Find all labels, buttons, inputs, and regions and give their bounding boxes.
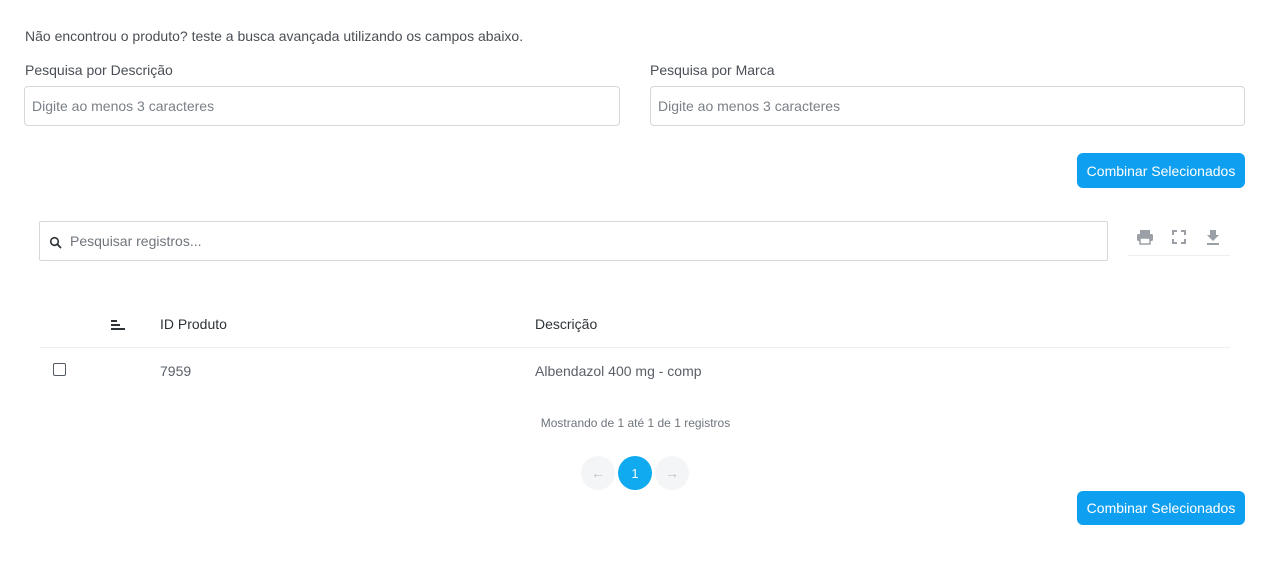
table-header: ID Produto Descrição: [40, 300, 1230, 348]
column-header-description[interactable]: Descrição: [535, 316, 597, 332]
search-icon: [49, 236, 63, 250]
combine-selected-button-top[interactable]: Combinar Selecionados: [1077, 153, 1245, 188]
advanced-search-page: Não encontrou o produto? teste a busca a…: [0, 0, 1271, 566]
fullscreen-icon[interactable]: [1169, 227, 1189, 247]
sort-icon[interactable]: [111, 318, 125, 330]
table-toolbar: [1128, 222, 1230, 256]
table-search-box[interactable]: [39, 221, 1108, 261]
intro-text: Não encontrou o produto? teste a busca a…: [25, 28, 524, 44]
description-label: Pesquisa por Descrição: [25, 62, 173, 78]
brand-label: Pesquisa por Marca: [650, 62, 775, 78]
pagination-prev-button[interactable]: ←: [581, 456, 615, 490]
pagination-next-button[interactable]: →: [655, 456, 689, 490]
column-header-id[interactable]: ID Produto: [160, 316, 227, 332]
table-search-input[interactable]: [70, 222, 1100, 260]
print-icon[interactable]: [1135, 227, 1155, 247]
table-info-text: Mostrando de 1 até 1 de 1 registros: [540, 416, 731, 430]
product-description-cell: Albendazol 400 mg - comp: [535, 363, 702, 379]
brand-search-input[interactable]: [650, 86, 1245, 126]
download-icon[interactable]: [1203, 227, 1223, 247]
table-row[interactable]: 7959 Albendazol 400 mg - comp: [40, 348, 1230, 394]
product-id-cell: 7959: [160, 363, 192, 379]
combine-selected-button-bottom[interactable]: Combinar Selecionados: [1077, 491, 1245, 525]
pagination-page-1[interactable]: 1: [618, 456, 652, 490]
row-select-checkbox[interactable]: [53, 363, 66, 376]
description-search-input[interactable]: [24, 86, 620, 126]
